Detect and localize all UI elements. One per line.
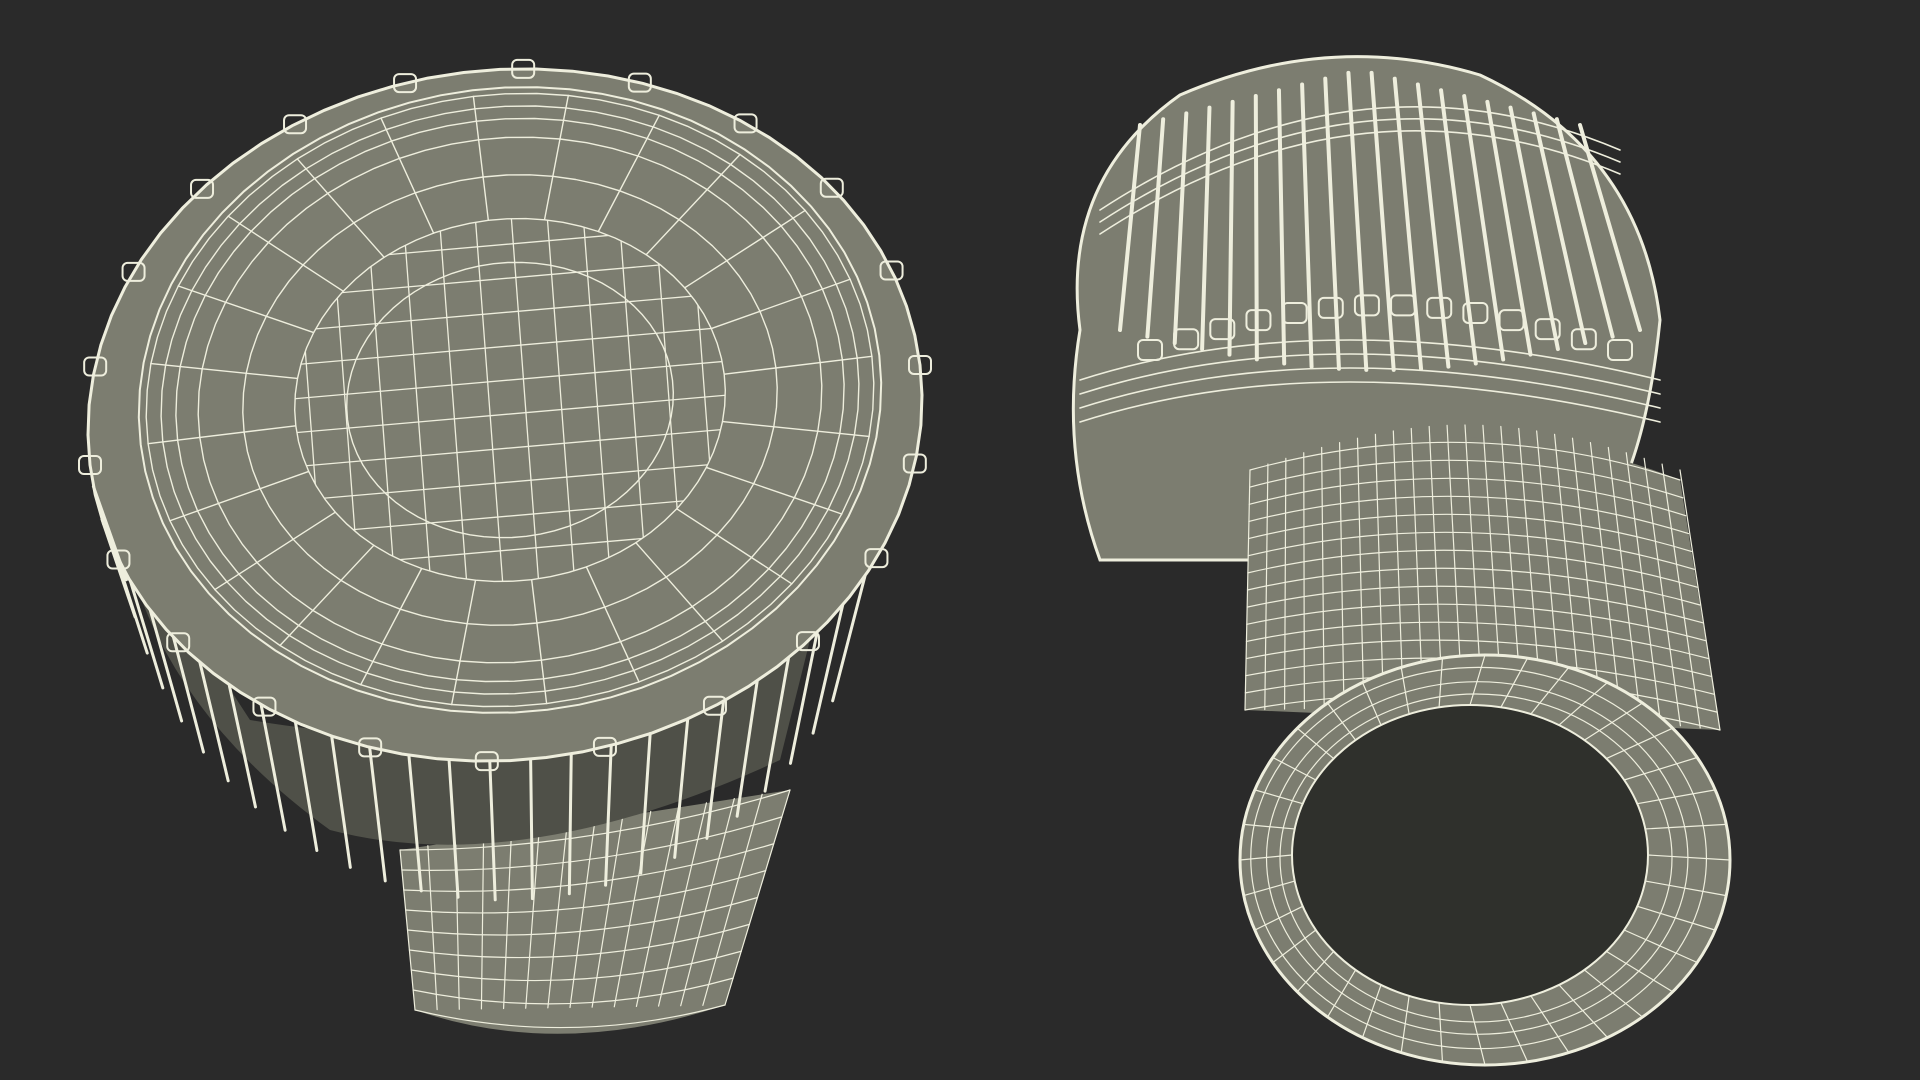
drum-open-end [1238,653,1732,1067]
drum-interior [1291,704,1649,1006]
stem-edge [1303,452,1305,710]
render-canvas [78,55,1732,1067]
drum-top-view [78,58,932,1034]
stave-line [567,752,573,896]
drum-bottom-view [1071,55,1732,1067]
viewport [0,0,1920,1080]
stave-line [529,757,534,901]
stave-line [1253,94,1259,362]
